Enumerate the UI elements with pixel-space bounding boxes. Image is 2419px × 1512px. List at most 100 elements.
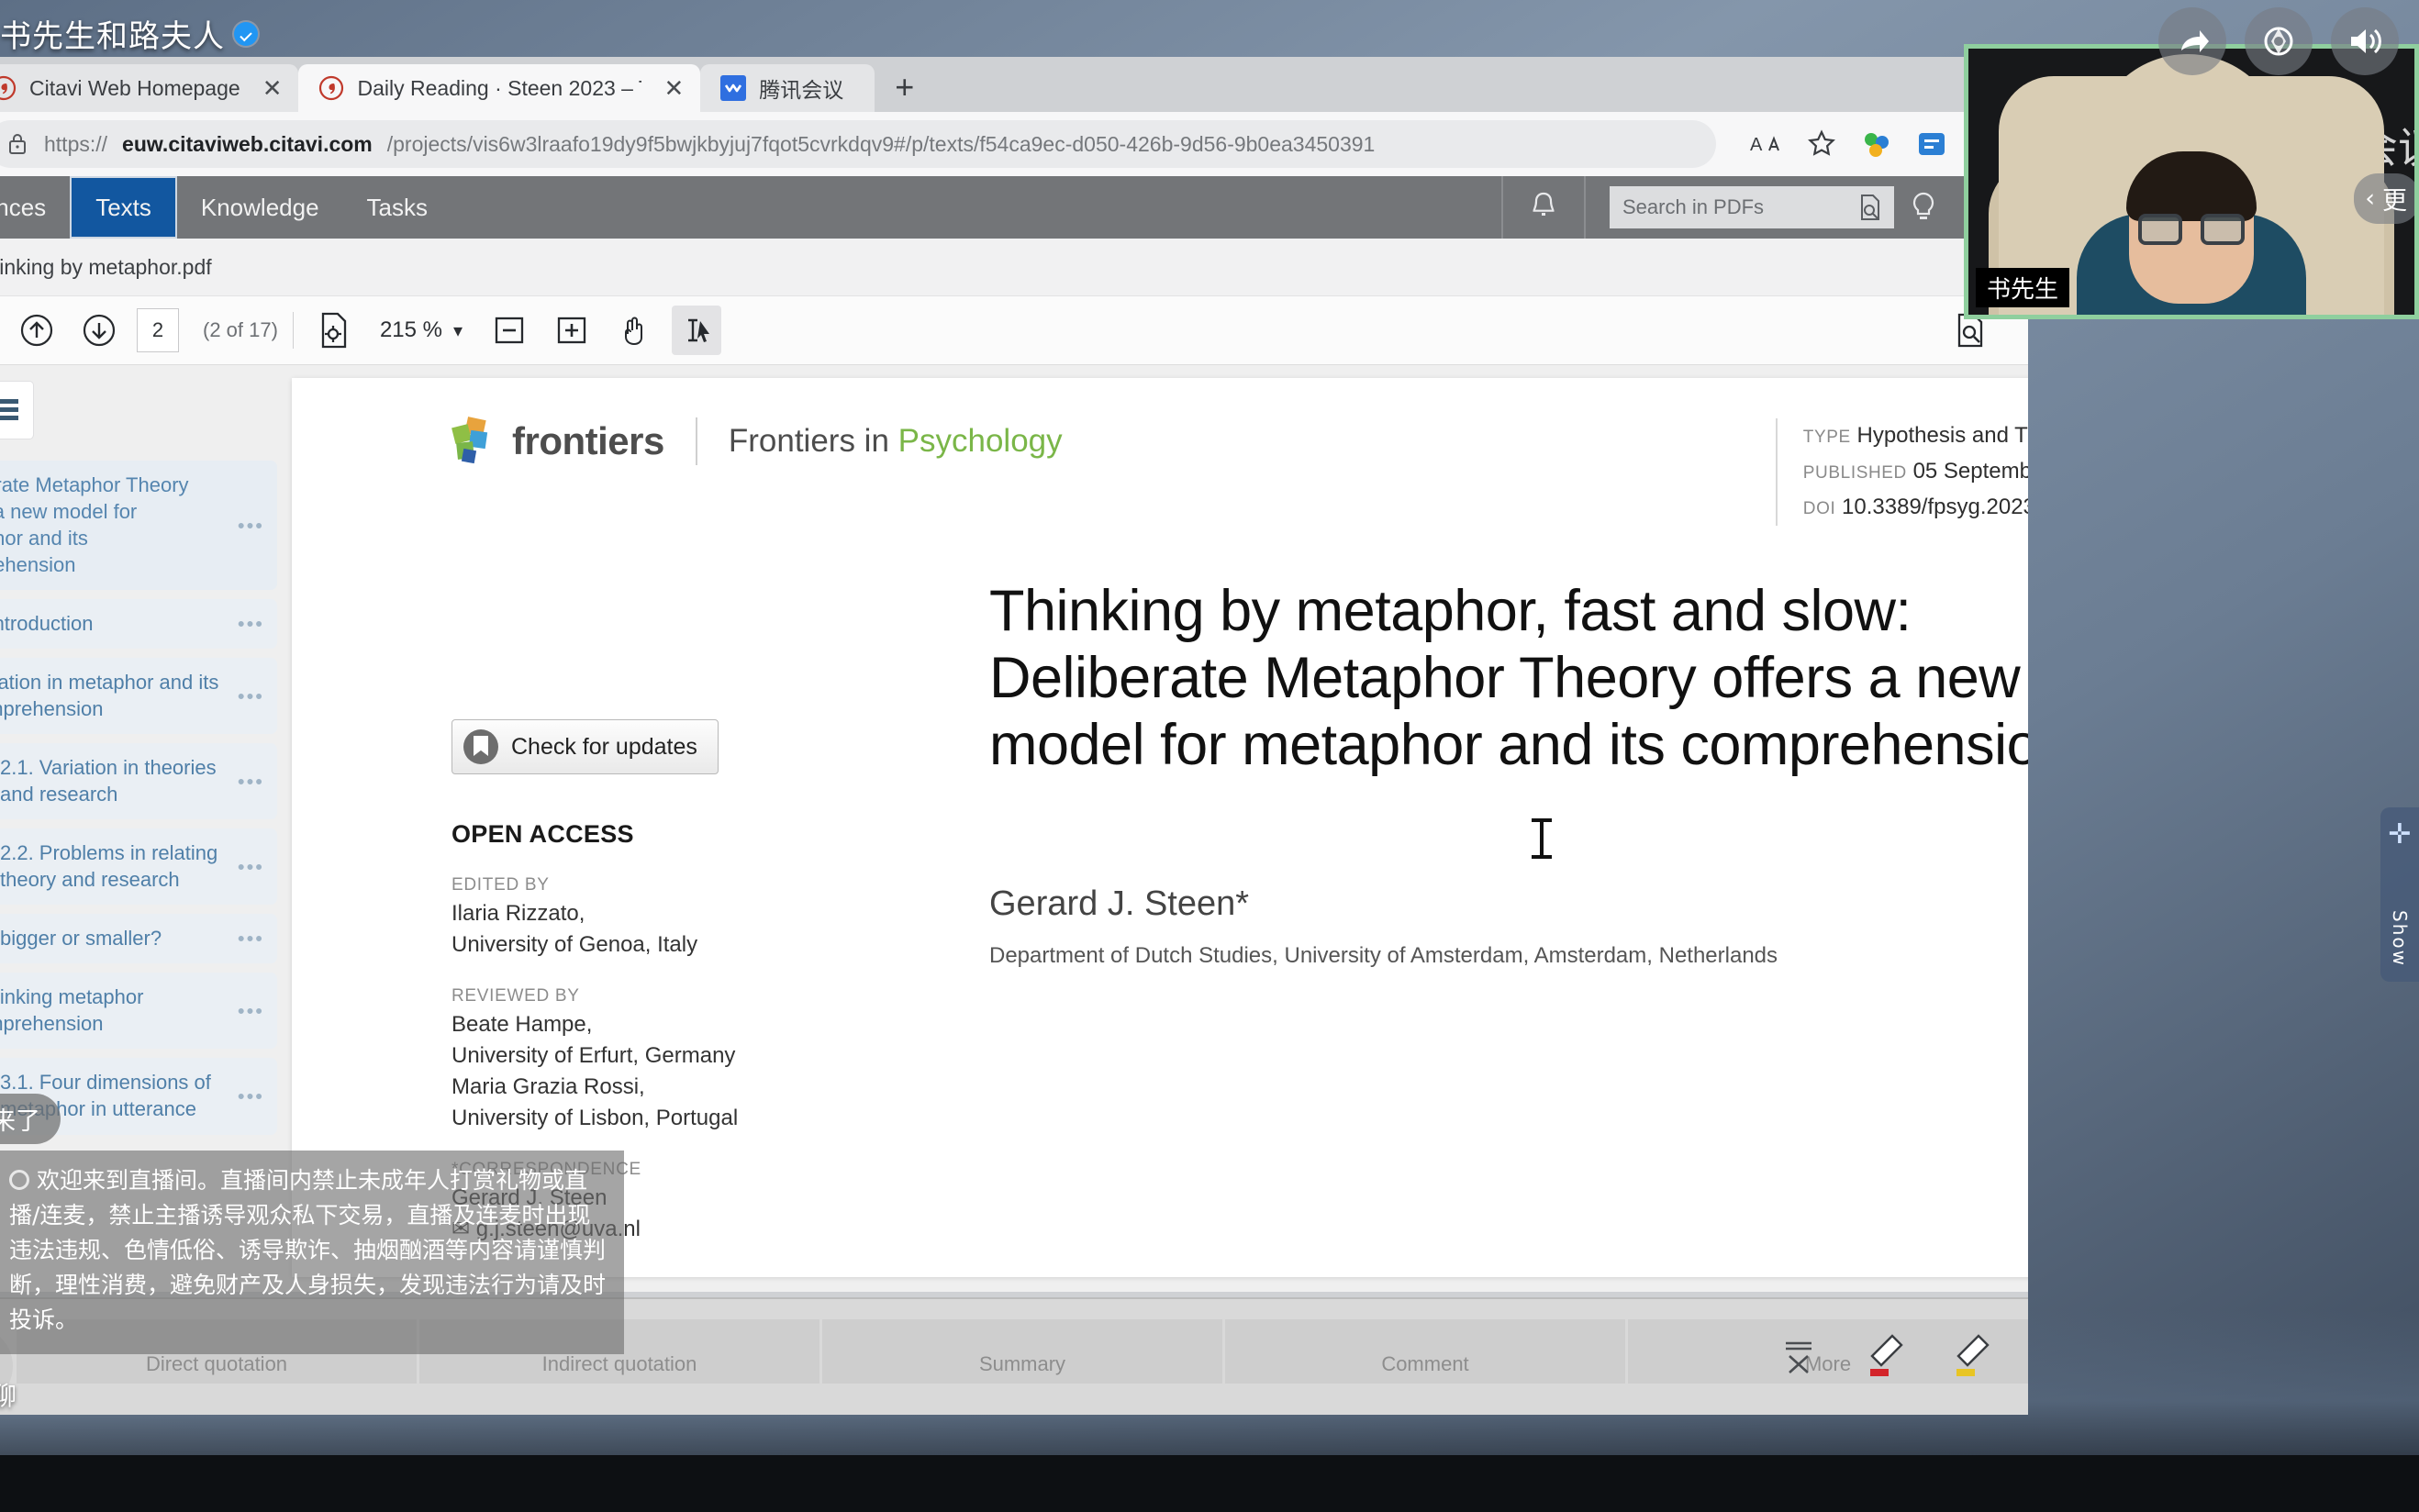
journal-discipline: Psychology	[897, 423, 1063, 459]
nav-item-texts[interactable]: Texts	[70, 176, 177, 239]
live-chat-label[interactable]: 聊	[0, 1376, 17, 1413]
zoom-in-icon[interactable]	[547, 306, 596, 355]
tab-close-icon[interactable]: ✕	[253, 76, 283, 100]
address-bar[interactable]: https:// euw.citaviweb.citavi.com/project…	[0, 120, 1716, 168]
outline-item-menu-icon[interactable]: •••	[238, 768, 264, 795]
video-more-button[interactable]: ‹ 更	[2354, 173, 2414, 224]
outline-item-1-wrap: 1. Introduction •••	[0, 599, 284, 650]
zoom-level-dropdown[interactable]: 215 % ▾	[371, 317, 472, 343]
nav-label: Texts	[95, 193, 151, 221]
browser-essentials-icon[interactable]	[1914, 127, 1949, 161]
tab-close-icon[interactable]: ✕	[654, 76, 684, 100]
nav-item-knowledge[interactable]: Knowledge	[177, 176, 343, 239]
strikethrough-icon[interactable]	[1773, 1330, 1824, 1382]
article-published-key: PUBLISHED	[1802, 462, 1907, 483]
summary-button[interactable]: Summary	[822, 1319, 1225, 1384]
outline-item-variation[interactable]: ⌄ variation in metaphor and its comprehe…	[0, 658, 277, 735]
outline-item-menu-icon[interactable]: •••	[238, 853, 264, 880]
collections-icon[interactable]	[1859, 127, 1894, 161]
document-filename: n 2023 - Thinking by metaphor.pdf	[0, 254, 212, 279]
pdf-page[interactable]: frontiers Frontiers in Psychology TYPE H…	[292, 378, 2028, 1277]
article-title: Thinking by metaphor, fast and slow: Del…	[989, 579, 2028, 778]
edited-by-value: Ilaria Rizzato, University of Genoa, Ita…	[451, 900, 698, 958]
bell-icon[interactable]	[1501, 176, 1586, 239]
outline-item-introduction[interactable]: 1. Introduction •••	[0, 599, 277, 650]
button-label: Summary	[978, 1352, 1066, 1375]
outline-item-4-wrap: 2.2. Problems in relating theory and res…	[0, 828, 284, 906]
article-published-value: 05 September 2023	[1912, 458, 2028, 484]
outline-item-menu-icon[interactable]: •••	[238, 997, 264, 1024]
red-highlighter-icon[interactable]	[1859, 1330, 1911, 1382]
info-circle-icon	[9, 1170, 29, 1190]
video-more-label: 更	[2382, 187, 2407, 216]
streamer-nickname: 书先生和路夫人	[0, 11, 258, 56]
article-meta-right: TYPE Hypothesis and Theory PUBLISHED 05 …	[1775, 418, 2028, 526]
zoom-out-icon[interactable]	[485, 306, 534, 355]
url-host: euw.citaviweb.citavi.com	[122, 131, 373, 156]
outline-list-view-icon[interactable]	[0, 382, 33, 439]
nav-item-tasks[interactable]: Tasks	[343, 176, 451, 239]
outline-item-rethinking[interactable]: ⌄ rethinking metaphor comprehension •••	[0, 973, 277, 1050]
outline-item-label: 1. Introduction	[0, 612, 94, 636]
outline-item-menu-icon[interactable]: •••	[238, 683, 264, 709]
outline-item-menu-icon[interactable]: •••	[238, 512, 264, 539]
check-for-updates-label: Check for updates	[511, 733, 697, 760]
hand-pan-icon[interactable]	[609, 306, 659, 355]
check-for-updates-button[interactable]: Check for updates	[451, 719, 719, 774]
citavi-app-bar: eferences Texts Knowledge Tasks Search i…	[0, 176, 2028, 239]
document-title-bar: n 2023 - Thinking by metaphor.pdf	[0, 239, 2028, 295]
screen-root: 书先生和路夫人 Citavi Web Homepage ✕ Daily Read…	[0, 0, 2419, 1512]
outline-item-6-wrap: ⌄ rethinking metaphor comprehension •••	[0, 973, 284, 1050]
app-bar-spacer	[451, 176, 1501, 239]
outline-item-menu-icon[interactable]: •••	[238, 611, 264, 638]
outline-item-2-1[interactable]: 2.1. Variation in theories and research …	[0, 743, 277, 820]
browser-tab-0[interactable]: Citavi Web Homepage ✕	[0, 64, 299, 112]
stream-side-panel[interactable]: ✛ Show	[2380, 807, 2419, 982]
plus-icon[interactable]: ✛	[2388, 818, 2411, 850]
video-conference-overlay[interactable]: 腾讯会议 书先生 ‹ 更	[1964, 44, 2419, 319]
previous-page-icon[interactable]	[12, 306, 61, 355]
article-doi-row: DOI 10.3389/fpsyg.2023.1242888	[1803, 490, 2028, 526]
text-select-icon[interactable]	[672, 306, 722, 355]
yellow-highlighter-icon[interactable]	[1945, 1330, 1997, 1382]
comment-button[interactable]: Comment	[1225, 1319, 1628, 1384]
view-mode-group	[0, 382, 33, 439]
page-number-input[interactable]: 2	[137, 308, 179, 352]
site-info-lock-icon[interactable]	[6, 132, 29, 156]
edited-by-key: EDITED BY	[451, 875, 550, 895]
speaker-icon[interactable]	[2331, 7, 2399, 75]
citavi-icon	[0, 75, 17, 101]
browser-tab-2[interactable]: 腾讯会议	[700, 64, 875, 112]
lightbulb-icon[interactable]	[1894, 189, 1953, 226]
document-search-icon[interactable]	[1856, 193, 1885, 222]
outline-item-bigger-smaller[interactable]: bigger or smaller? •••	[0, 914, 277, 964]
nav-item-references[interactable]: eferences	[0, 176, 70, 239]
read-aloud-icon[interactable]: A	[1749, 127, 1784, 161]
outline-item-menu-icon[interactable]: •••	[238, 1083, 264, 1109]
url-path: /projects/vis6w3lraafo19dy9f5bwjkbyjuj7f…	[386, 131, 1376, 156]
article-doi-value: 10.3389/fpsyg.2023.1242888	[1842, 494, 2028, 519]
crossmark-icon	[463, 729, 498, 764]
outline-item-0-wrap: Deliberate Metaphor Theory offers a new …	[0, 461, 284, 591]
streamer-nickname-text: 书先生和路夫人	[0, 19, 225, 54]
outline-item-label: 2.2. Problems in relating theory and res…	[0, 841, 218, 892]
outline-item-label: bigger or smaller?	[0, 927, 162, 951]
browser-tab-1[interactable]: Daily Reading · Steen 2023 – Thi ✕	[298, 64, 701, 112]
article-type-key: TYPE	[1802, 428, 1851, 447]
document-settings-icon[interactable]	[308, 306, 358, 355]
share-icon[interactable]	[2158, 7, 2226, 75]
citavi-icon	[318, 75, 344, 101]
participant-name-label: 书先生	[1976, 268, 2070, 307]
journal-prefix: Frontiers in	[728, 423, 898, 459]
outline-item-title[interactable]: Deliberate Metaphor Theory offers a new …	[0, 461, 277, 591]
browser-tabstrip: Citavi Web Homepage ✕ Daily Reading · St…	[0, 57, 2028, 112]
outline-item-2-2[interactable]: 2.2. Problems in relating theory and res…	[0, 828, 277, 906]
new-tab-button[interactable]: +	[875, 68, 934, 112]
favorite-star-icon[interactable]	[1804, 127, 1839, 161]
search-pdfs-input[interactable]: Search in PDFs	[1610, 186, 1894, 228]
outline-item-menu-icon[interactable]: •••	[238, 926, 264, 952]
camera-aperture-icon[interactable]	[2245, 7, 2313, 75]
next-page-icon[interactable]	[74, 306, 124, 355]
pdf-toolbar: 2 (2 of 17) 215 % ▾	[0, 295, 2028, 365]
app-bar-right-group: Search in PDFs	[1501, 176, 2028, 239]
